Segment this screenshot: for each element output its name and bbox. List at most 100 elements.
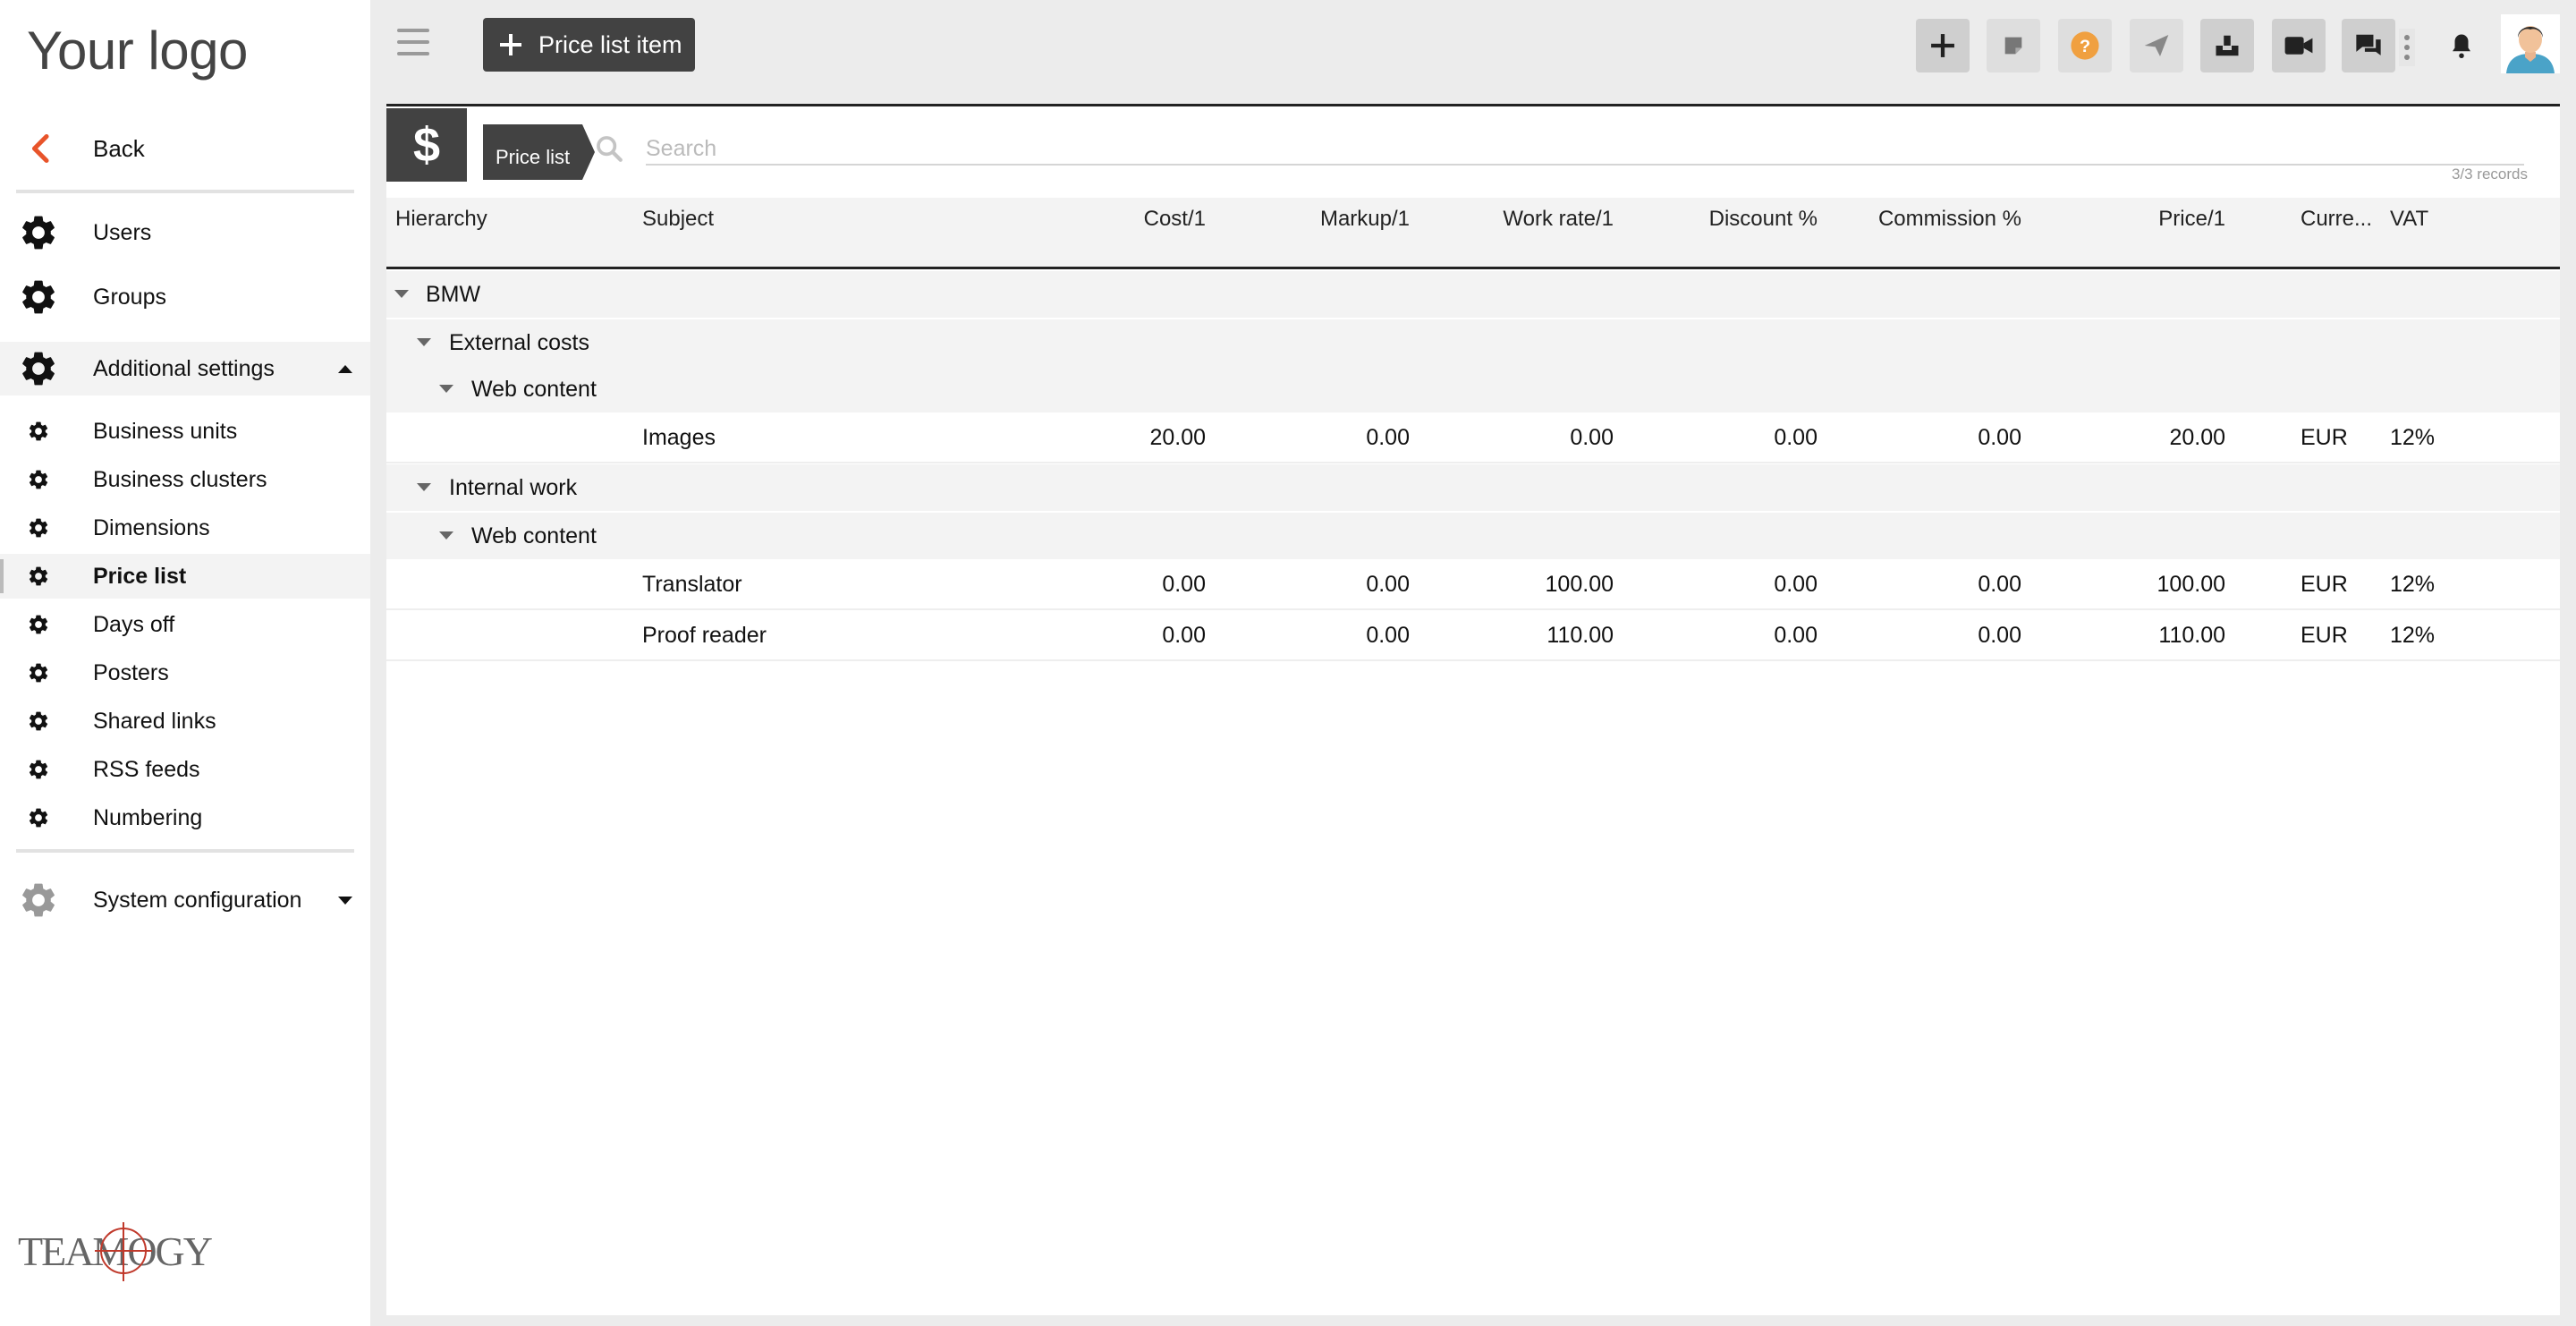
- group-label: Web content: [471, 523, 597, 548]
- cell-discount: 0.00: [1774, 623, 1818, 648]
- inbox-icon: [2216, 35, 2239, 56]
- plus-icon: [500, 34, 521, 55]
- column-header-subject[interactable]: Subject: [642, 207, 714, 232]
- cell-currency: EUR: [2301, 572, 2348, 597]
- column-header-hierarchy[interactable]: Hierarchy: [395, 207, 487, 232]
- sidebar-item-label: Business clusters: [93, 466, 267, 492]
- chevron-down-icon: [417, 483, 431, 491]
- chevron-down-icon: [394, 290, 409, 298]
- chat-icon: [2356, 34, 2381, 55]
- video-button[interactable]: [2272, 19, 2326, 72]
- sidebar-item-dimensions[interactable]: Dimensions: [0, 506, 370, 550]
- sidebar-group-label: Additional settings: [93, 355, 275, 381]
- column-header-work-rate[interactable]: Work rate/1: [1424, 207, 1614, 232]
- notes-button[interactable]: [1987, 19, 2040, 72]
- search-icon: [597, 136, 623, 162]
- gear-icon: [27, 516, 50, 540]
- cell-commission: 0.00: [1978, 572, 2021, 597]
- sidebar-item-users[interactable]: Users: [0, 206, 370, 259]
- inbox-button[interactable]: [2200, 19, 2254, 72]
- breadcrumb-label: Price list: [483, 124, 583, 180]
- cell-subject: Translator: [642, 572, 742, 597]
- sidebar-item-groups[interactable]: Groups: [0, 270, 370, 324]
- group-label: External costs: [449, 330, 590, 355]
- bell-icon: [2453, 34, 2470, 58]
- group-row-external-costs[interactable]: External costs: [386, 319, 2560, 368]
- chevron-left-icon: [31, 133, 49, 164]
- column-header-price[interactable]: Price/1: [2041, 207, 2225, 232]
- cell-subject: Images: [642, 425, 716, 450]
- column-header-currency[interactable]: Curre...: [2301, 207, 2372, 232]
- logo[interactable]: Your logo: [27, 20, 248, 81]
- column-header-vat[interactable]: VAT: [2390, 207, 2428, 232]
- sidebar-item-posters[interactable]: Posters: [0, 650, 370, 695]
- more-icon[interactable]: [2399, 29, 2415, 66]
- sidebar-item-days-off[interactable]: Days off: [0, 602, 370, 647]
- gear-icon: [18, 348, 59, 389]
- cell-vat: 12%: [2390, 572, 2436, 597]
- sidebar-item-label: RSS feeds: [93, 756, 200, 782]
- group-label: Web content: [471, 377, 597, 402]
- records-count: 3/3 records: [2451, 166, 2528, 183]
- table-row[interactable]: Translator 0.00 0.00 100.00 0.00 0.00 10…: [386, 559, 2560, 610]
- group-row-web-content[interactable]: Web content: [386, 366, 2560, 414]
- hamburger-icon[interactable]: [397, 29, 429, 59]
- cell-discount: 0.00: [1774, 425, 1818, 450]
- cell-currency: EUR: [2301, 623, 2348, 648]
- notifications-button[interactable]: [2435, 19, 2488, 72]
- sidebar-item-shared-links[interactable]: Shared links: [0, 699, 370, 744]
- sidebar-item-numbering[interactable]: Numbering: [0, 795, 370, 840]
- gear-icon: [27, 710, 50, 733]
- cell-markup: 0.00: [1366, 572, 1410, 597]
- send-icon: [2144, 35, 2169, 56]
- table-row[interactable]: Images 20.00 0.00 0.00 0.00 0.00 20.00 E…: [386, 412, 2560, 463]
- chevron-down-icon: [439, 531, 453, 540]
- sidebar-item-business-clusters[interactable]: Business clusters: [0, 457, 370, 502]
- sidebar-item-business-units[interactable]: Business units: [0, 409, 370, 454]
- help-button[interactable]: ?: [2058, 19, 2112, 72]
- divider: [16, 849, 354, 853]
- plus-icon: [1931, 34, 1954, 57]
- cell-cost: 0.00: [1162, 572, 1206, 597]
- sidebar-item-label: Users: [93, 219, 152, 245]
- group-row-web-content[interactable]: Web content: [386, 513, 2560, 561]
- table-header: Hierarchy Subject Cost/1 Markup/1 Work r…: [386, 198, 2560, 269]
- chat-button[interactable]: [2342, 19, 2395, 72]
- sidebar-group-system-configuration[interactable]: System configuration: [0, 873, 370, 927]
- teamogy-logo: TEAMOGY: [18, 1222, 215, 1281]
- sidebar-item-rss-feeds[interactable]: RSS feeds: [0, 747, 370, 792]
- quick-add-button[interactable]: [1916, 19, 1970, 72]
- column-header-markup[interactable]: Markup/1: [1227, 207, 1410, 232]
- table-row[interactable]: Proof reader 0.00 0.00 110.00 0.00 0.00 …: [386, 610, 2560, 661]
- sidebar-item-label: Shared links: [93, 708, 216, 734]
- note-icon: [2004, 37, 2022, 55]
- sidebar-item-label: Price list: [93, 563, 187, 589]
- cell-subject: Proof reader: [642, 623, 767, 648]
- sidebar-item-price-list[interactable]: Price list: [0, 554, 370, 599]
- cell-currency: EUR: [2301, 425, 2348, 450]
- column-header-cost[interactable]: Cost/1: [1048, 207, 1206, 232]
- help-icon: ?: [2071, 31, 2099, 60]
- gear-icon: [27, 613, 50, 636]
- gear-icon: [27, 565, 50, 588]
- sidebar-group-additional-settings[interactable]: Additional settings: [0, 342, 370, 395]
- breadcrumb[interactable]: Price list: [483, 124, 596, 180]
- column-header-discount[interactable]: Discount %: [1630, 207, 1818, 232]
- search-input[interactable]: [646, 133, 2524, 166]
- sidebar-item-label: Days off: [93, 611, 175, 637]
- cell-markup: 0.00: [1366, 623, 1410, 648]
- send-button[interactable]: [2130, 19, 2183, 72]
- column-header-commission[interactable]: Commission %: [1835, 207, 2021, 232]
- avatar[interactable]: [2501, 14, 2560, 73]
- sidebar-item-label: Groups: [93, 284, 166, 310]
- cell-cost: 20.00: [1149, 425, 1206, 450]
- back-button[interactable]: Back: [0, 123, 370, 174]
- video-icon: [2284, 37, 2313, 55]
- group-row-internal-work[interactable]: Internal work: [386, 464, 2560, 513]
- group-row-bmw[interactable]: BMW: [386, 271, 2560, 319]
- divider: [16, 190, 354, 193]
- cell-work-rate: 110.00: [1546, 623, 1614, 648]
- chevron-down-icon: [338, 896, 352, 905]
- add-price-list-item-button[interactable]: Price list item: [483, 18, 695, 72]
- sidebar-group-label: System configuration: [93, 887, 302, 913]
